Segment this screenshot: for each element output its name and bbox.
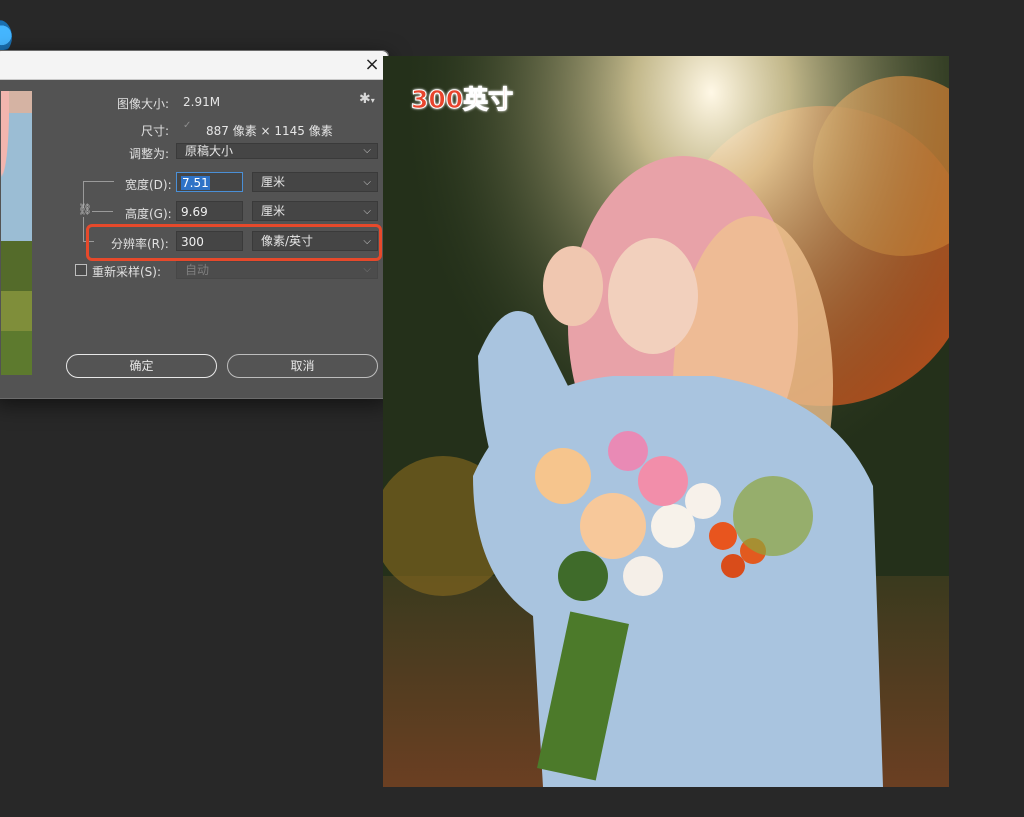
height-unit: 厘米 <box>261 204 286 218</box>
image-size-label: 图像大小: <box>117 97 170 111</box>
width-unit-select[interactable]: 厘米 ⌵ <box>252 172 378 192</box>
fit-to-select[interactable]: 原稿大小 ⌵ <box>176 143 378 159</box>
image-size-dialog: × 图像大小: 2.91M ✱▾ 尺寸: ✓ 887 像素 × 1145 像素 … <box>0 50 389 399</box>
resample-value: 自动 <box>185 263 210 277</box>
height-label: 高度(G): <box>125 207 172 221</box>
resample-checkbox[interactable] <box>75 264 87 276</box>
gear-icon[interactable]: ✱▾ <box>359 91 375 107</box>
app-badge-icon <box>0 20 12 54</box>
canvas-image[interactable] <box>383 56 949 787</box>
ok-button[interactable]: 确定 <box>66 354 217 378</box>
fit-to-label: 调整为: <box>129 147 170 161</box>
height-input[interactable]: 9.69 <box>176 201 243 221</box>
fit-to-value: 原稿大小 <box>185 144 234 158</box>
dialog-titlebar[interactable]: × <box>0 51 388 80</box>
chevron-down-icon: ⌵ <box>363 145 371 156</box>
width-unit: 厘米 <box>261 175 286 189</box>
close-icon[interactable]: × <box>360 53 384 77</box>
chevron-down-icon: ⌵ <box>363 177 371 188</box>
annotation-label: 300英寸 <box>410 85 514 115</box>
resample-select[interactable]: 自动 ⌵ <box>176 261 378 279</box>
photo-illustration <box>383 56 949 787</box>
cancel-button[interactable]: 取消 <box>227 354 378 378</box>
image-preview[interactable] <box>1 91 32 375</box>
dimensions-label: 尺寸: <box>141 124 170 138</box>
width-value: 7.51 <box>181 176 210 190</box>
chevron-down-icon: ⌵ <box>363 206 371 217</box>
width-label: 宽度(D): <box>125 178 172 192</box>
resample-label: 重新采样(S): <box>92 265 162 279</box>
dimensions-value: 887 像素 × 1145 像素 <box>206 124 333 138</box>
link-icon[interactable]: ⛓ <box>78 203 92 216</box>
width-input[interactable]: 7.51 <box>176 172 243 192</box>
dimensions-dropdown-icon[interactable]: ✓ <box>183 120 197 134</box>
height-unit-select[interactable]: 厘米 ⌵ <box>252 201 378 221</box>
image-size-value: 2.91M <box>183 95 221 109</box>
resolution-highlight-box <box>86 224 382 261</box>
height-value: 9.69 <box>181 205 208 219</box>
constrain-bracket-mid <box>92 211 113 212</box>
chevron-down-icon: ⌵ <box>363 264 371 275</box>
